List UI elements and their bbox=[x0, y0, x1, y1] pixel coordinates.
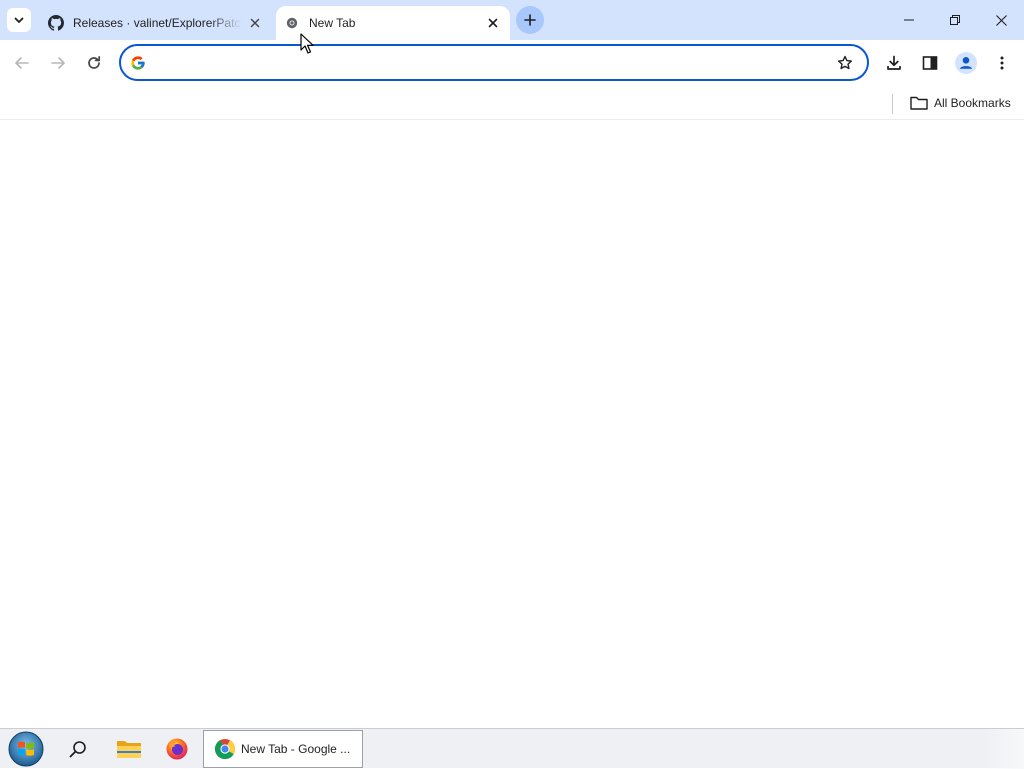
kebab-menu-icon bbox=[1000, 56, 1004, 70]
close-icon bbox=[995, 14, 1007, 26]
download-icon bbox=[887, 55, 901, 70]
arrow-right-icon bbox=[51, 57, 65, 69]
avatar-icon bbox=[955, 52, 977, 74]
tab-strip: Releases · valinet/ExplorerPatcher New T… bbox=[0, 0, 1024, 40]
address-input[interactable] bbox=[155, 48, 831, 77]
minimize-button[interactable] bbox=[886, 0, 932, 40]
github-icon bbox=[48, 15, 64, 31]
search-taskbar-button[interactable] bbox=[60, 731, 96, 767]
minimize-icon bbox=[904, 19, 914, 21]
bookmark-star-icon[interactable] bbox=[831, 49, 859, 77]
folder-icon bbox=[117, 741, 141, 758]
bookmarks-separator bbox=[892, 94, 893, 114]
chrome-newtab-icon bbox=[284, 15, 300, 31]
side-panel-icon bbox=[922, 56, 938, 70]
google-g-icon bbox=[129, 54, 147, 72]
forward-button[interactable] bbox=[42, 47, 74, 79]
firefox-icon bbox=[166, 738, 188, 760]
all-bookmarks-label: All Bookmarks bbox=[934, 96, 1011, 110]
new-tab-button[interactable] bbox=[516, 6, 544, 34]
side-panel-button[interactable] bbox=[914, 47, 946, 79]
page-content bbox=[0, 121, 1024, 728]
close-window-button[interactable] bbox=[978, 0, 1024, 40]
taskbar-tray-area bbox=[984, 729, 1024, 769]
tab-title: New Tab bbox=[309, 16, 356, 30]
all-bookmarks-button[interactable]: All Bookmarks bbox=[904, 90, 1017, 116]
close-tab-icon[interactable] bbox=[246, 14, 264, 32]
file-explorer-taskbar-button[interactable] bbox=[111, 731, 147, 767]
start-button[interactable] bbox=[6, 730, 46, 768]
plus-icon bbox=[524, 14, 536, 26]
bookmarks-bar: All Bookmarks bbox=[0, 86, 1024, 120]
reload-icon bbox=[88, 55, 101, 69]
chrome-icon bbox=[214, 738, 236, 760]
firefox-taskbar-button[interactable] bbox=[159, 731, 195, 767]
restore-icon bbox=[950, 15, 960, 25]
omnibox[interactable] bbox=[119, 44, 869, 81]
restore-button[interactable] bbox=[932, 0, 978, 40]
search-icon bbox=[69, 741, 86, 758]
reload-button[interactable] bbox=[78, 47, 110, 79]
close-tab-icon[interactable] bbox=[484, 14, 502, 32]
taskbar-window-title: New Tab - Google ... bbox=[241, 742, 351, 756]
back-button[interactable] bbox=[6, 47, 38, 79]
downloads-button[interactable] bbox=[878, 47, 910, 79]
taskbar-chrome-window[interactable]: New Tab - Google ... bbox=[203, 730, 363, 768]
menu-button[interactable] bbox=[986, 47, 1018, 79]
tab-search-button[interactable] bbox=[7, 8, 31, 32]
arrow-left-icon bbox=[15, 57, 29, 69]
tab-releases[interactable]: Releases · valinet/ExplorerPatcher bbox=[40, 6, 272, 40]
folder-icon bbox=[910, 96, 928, 110]
mouse-cursor-icon bbox=[300, 33, 314, 54]
toolbar bbox=[0, 40, 1024, 86]
profile-button[interactable] bbox=[950, 47, 982, 79]
windows-orb-icon bbox=[8, 731, 44, 767]
tab-title: Releases · valinet/ExplorerPatcher bbox=[73, 16, 242, 30]
taskbar: New Tab - Google ... bbox=[0, 728, 1024, 769]
chevron-down-icon bbox=[14, 17, 24, 23]
